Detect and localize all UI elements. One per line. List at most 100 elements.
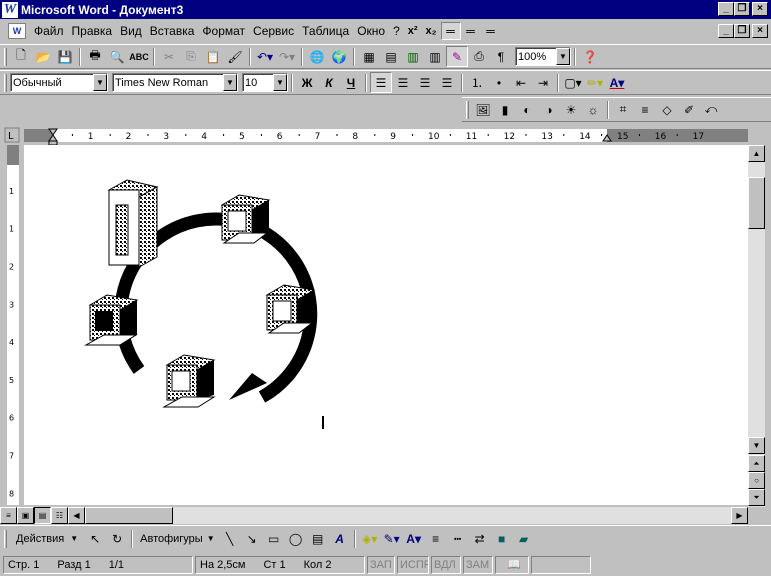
spelling-status-icon[interactable]: 📖 [495, 555, 529, 574]
outline-view-icon[interactable]: ☷ [51, 507, 68, 524]
highlight-icon[interactable]: ✏▾ [584, 72, 606, 93]
line-style-draw-icon[interactable]: ≡ [425, 528, 447, 549]
align-right-icon[interactable]: ☰ [414, 72, 436, 93]
undo-icon[interactable]: ↶▾ [254, 46, 276, 67]
menu-format[interactable]: Формат [198, 24, 249, 38]
oval-icon[interactable]: ◯ [285, 528, 307, 549]
set-transparent-icon[interactable]: ✐ [678, 99, 700, 120]
spelling-icon[interactable]: ABC [128, 46, 150, 67]
hscroll-track[interactable] [173, 507, 731, 524]
horizontal-ruler[interactable]: L 1 2 3 4 5 6 7 8 9 10 11 12 13 14 15 16 17 [0, 125, 771, 145]
redo-icon[interactable]: ↷▾ [276, 46, 298, 67]
copy-icon[interactable]: ⎘ [180, 46, 202, 67]
text-box-icon[interactable]: ▤ [307, 528, 329, 549]
browse-object-icon[interactable]: ○ [748, 472, 765, 489]
drawing-icon[interactable]: ✎ [446, 46, 468, 67]
zoom-select[interactable]: 100% ▼ [515, 47, 571, 66]
format-picture-icon[interactable]: ◇ [656, 99, 678, 120]
free-rotate-icon[interactable]: ↻ [106, 528, 128, 549]
print-icon[interactable]: 🖶 [84, 46, 106, 67]
open-folder-icon[interactable]: 📂 [32, 46, 54, 67]
style-select[interactable]: Обычный ▼ [10, 73, 108, 92]
status-ext[interactable]: ВДЛ [431, 555, 461, 574]
columns-icon[interactable]: ▥ [424, 46, 446, 67]
superscript-button[interactable]: x² [404, 25, 422, 37]
image-control-icon[interactable]: ▮ [494, 99, 516, 120]
autoshapes-menu[interactable]: Автофигуры [136, 533, 207, 545]
paste-icon[interactable]: 📋 [202, 46, 224, 67]
line-icon[interactable]: ╲ [219, 528, 241, 549]
italic-button[interactable]: К [318, 72, 340, 93]
draw-font-color-icon[interactable]: A▾ [403, 528, 425, 549]
horizontal-scrollbar[interactable]: ≡ ▣ ▤ ☷ ◀ ▶ [0, 507, 748, 524]
scroll-down-icon[interactable]: ▼ [748, 437, 765, 454]
status-trk[interactable]: ИСПР [397, 555, 429, 574]
format-painter-icon[interactable]: 🖌 [224, 46, 246, 67]
menu-help[interactable]: ? [389, 24, 404, 38]
status-ovr[interactable]: ЗАМ [463, 555, 493, 574]
insert-table-icon[interactable]: ▤ [380, 46, 402, 67]
decrease-indent-icon[interactable]: ⇤ [510, 72, 532, 93]
menu-view[interactable]: Вид [116, 24, 146, 38]
insert-picture-icon[interactable]: 🖼 [472, 99, 494, 120]
chevron-down-icon[interactable]: ▼ [273, 74, 287, 91]
menu-edit[interactable]: Правка [68, 24, 117, 38]
bullets-icon[interactable]: • [488, 72, 510, 93]
arrow-style-icon[interactable]: ⇄ [469, 528, 491, 549]
border-line-button[interactable]: ═ [440, 22, 461, 40]
save-icon[interactable]: 💾 [54, 46, 76, 67]
reset-picture-icon[interactable]: ⤺ [700, 99, 722, 120]
new-document-icon[interactable]: 🗋 [10, 46, 32, 67]
less-contrast-icon[interactable]: ◑ [538, 99, 560, 120]
justify-icon[interactable]: ☰ [436, 72, 458, 93]
align-left-icon[interactable]: ☰ [370, 72, 392, 93]
menu-file[interactable]: Файл [30, 24, 68, 38]
underline-button[interactable]: Ч [340, 72, 362, 93]
font-size-select[interactable]: 10 ▼ [242, 73, 288, 92]
line-color-icon[interactable]: ✎▾ [381, 528, 403, 549]
wordart-icon[interactable]: A [329, 528, 351, 549]
less-brightness-icon[interactable]: ☼ [582, 99, 604, 120]
doc-close-button[interactable]: × [752, 24, 768, 38]
border-thin-button[interactable]: ═ [481, 22, 501, 40]
status-rec[interactable]: ЗАП [367, 555, 395, 574]
menu-table[interactable]: Таблица [298, 24, 353, 38]
dash-style-icon[interactable]: ┅ [447, 528, 469, 549]
web-view-icon[interactable]: ▣ [17, 507, 34, 524]
cut-icon[interactable]: ✂ [158, 46, 180, 67]
chevron-down-icon[interactable]: ▼ [93, 74, 107, 91]
next-page-icon[interactable]: ⏷ [748, 489, 765, 506]
doc-restore-button[interactable]: ❐ [734, 24, 750, 38]
insert-excel-icon[interactable]: ▥ [402, 46, 424, 67]
increase-indent-icon[interactable]: ⇥ [532, 72, 554, 93]
previous-page-icon[interactable]: ⏶ [748, 455, 765, 472]
menu-window[interactable]: Окно [353, 24, 389, 38]
menu-tools[interactable]: Сервис [249, 24, 298, 38]
menu-insert[interactable]: Вставка [146, 24, 199, 38]
print-preview-icon[interactable]: 🔍 [106, 46, 128, 67]
web-toolbar-icon[interactable]: 🌍 [328, 46, 350, 67]
borders-icon[interactable]: ▢▾ [562, 72, 584, 93]
subscript-button[interactable]: x₂ [422, 25, 441, 37]
scroll-thumb[interactable] [748, 177, 765, 229]
page-view-icon[interactable]: ▤ [34, 507, 51, 524]
insert-hyperlink-icon[interactable]: 🌐 [306, 46, 328, 67]
restore-button[interactable]: ❐ [734, 2, 750, 16]
3d-icon[interactable]: ▰ [513, 528, 535, 549]
select-objects-icon[interactable]: ↖ [84, 528, 106, 549]
document-icon[interactable]: W [8, 23, 26, 39]
hscroll-thumb[interactable] [85, 507, 173, 524]
arrow-icon[interactable]: ↘ [241, 528, 263, 549]
office-assistant-icon[interactable]: ❓ [579, 46, 601, 67]
scroll-up-icon[interactable]: ▲ [748, 145, 765, 162]
actions-menu[interactable]: Действия [10, 533, 70, 545]
more-contrast-icon[interactable]: ◐ [516, 99, 538, 120]
doc-minimize-button[interactable]: _ [718, 24, 734, 38]
vertical-ruler[interactable]: 1 1 2 3 4 5 6 7 8 [4, 145, 22, 505]
normal-view-icon[interactable]: ≡ [0, 507, 17, 524]
shadow-icon[interactable]: ■ [491, 528, 513, 549]
font-color-icon[interactable]: A▾ [606, 72, 628, 93]
scroll-right-icon[interactable]: ▶ [731, 507, 748, 524]
scroll-left-icon[interactable]: ◀ [68, 507, 85, 524]
tables-borders-icon[interactable]: ▦ [358, 46, 380, 67]
